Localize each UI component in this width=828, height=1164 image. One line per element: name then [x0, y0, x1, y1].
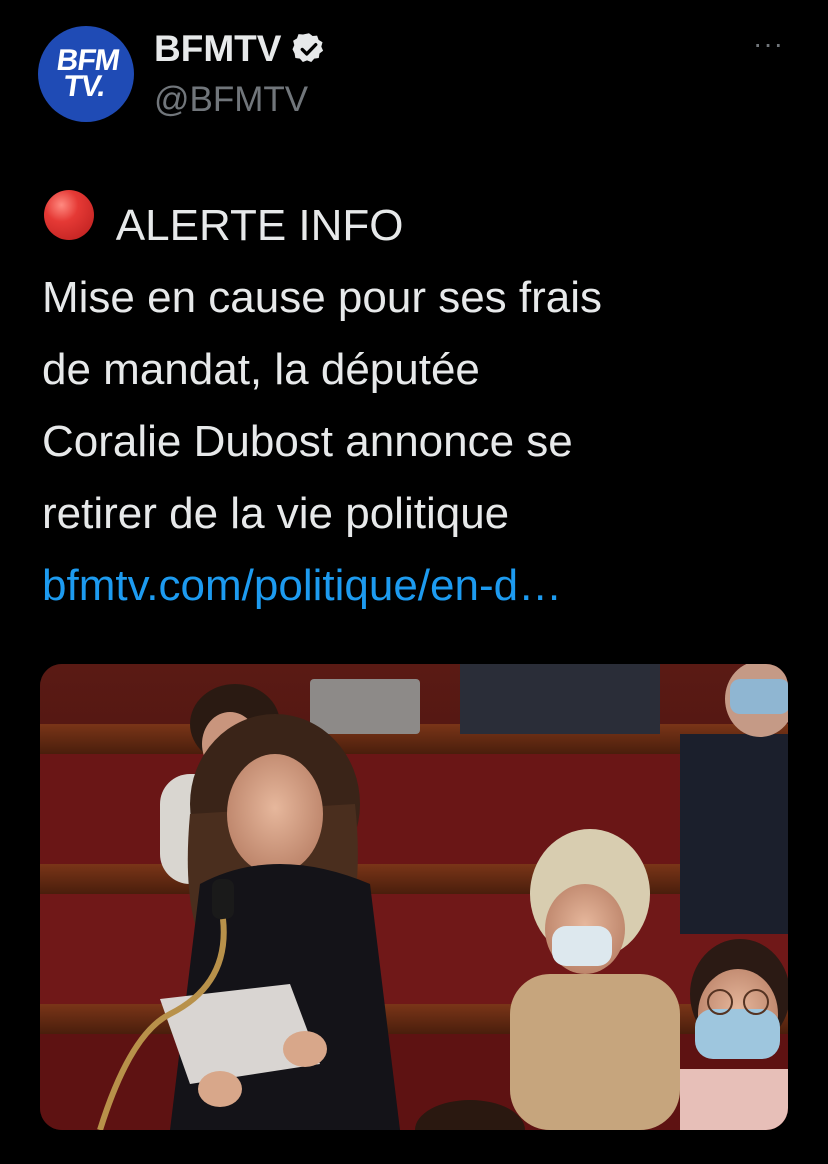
- tweet-text-line: Coralie Dubost annonce se: [42, 417, 573, 466]
- logo-text-bottom: TV.: [61, 70, 108, 103]
- tweet-photo[interactable]: [40, 664, 788, 1130]
- tweet-text-line: retirer de la vie politique: [42, 489, 510, 538]
- parliament-photo: [40, 664, 788, 1130]
- alert-label: ALERTE INFO: [115, 201, 404, 250]
- red-circle-icon: [44, 190, 94, 240]
- handle[interactable]: @BFMTV: [154, 80, 308, 120]
- article-link[interactable]: bfmtv.com/politique/en-d…: [42, 550, 802, 622]
- tweet-text-line: de mandat, la députée: [42, 345, 480, 394]
- avatar[interactable]: BFM TV.: [38, 26, 134, 122]
- verified-badge-icon: [291, 31, 327, 67]
- display-name[interactable]: BFMTV: [154, 28, 281, 70]
- author-name-row[interactable]: BFMTV: [154, 28, 327, 70]
- alert-line: ALERTE INFO: [42, 190, 802, 262]
- more-options-icon[interactable]: ···: [753, 28, 784, 60]
- tweet[interactable]: BFM TV. BFMTV @BFMTV ··· ALERTE INFO Mis…: [0, 0, 828, 1164]
- bfmtv-logo: BFM TV.: [51, 44, 122, 103]
- tweet-text: ALERTE INFO Mise en cause pour ses frais…: [42, 190, 802, 622]
- tweet-text-line: Mise en cause pour ses frais: [42, 273, 603, 322]
